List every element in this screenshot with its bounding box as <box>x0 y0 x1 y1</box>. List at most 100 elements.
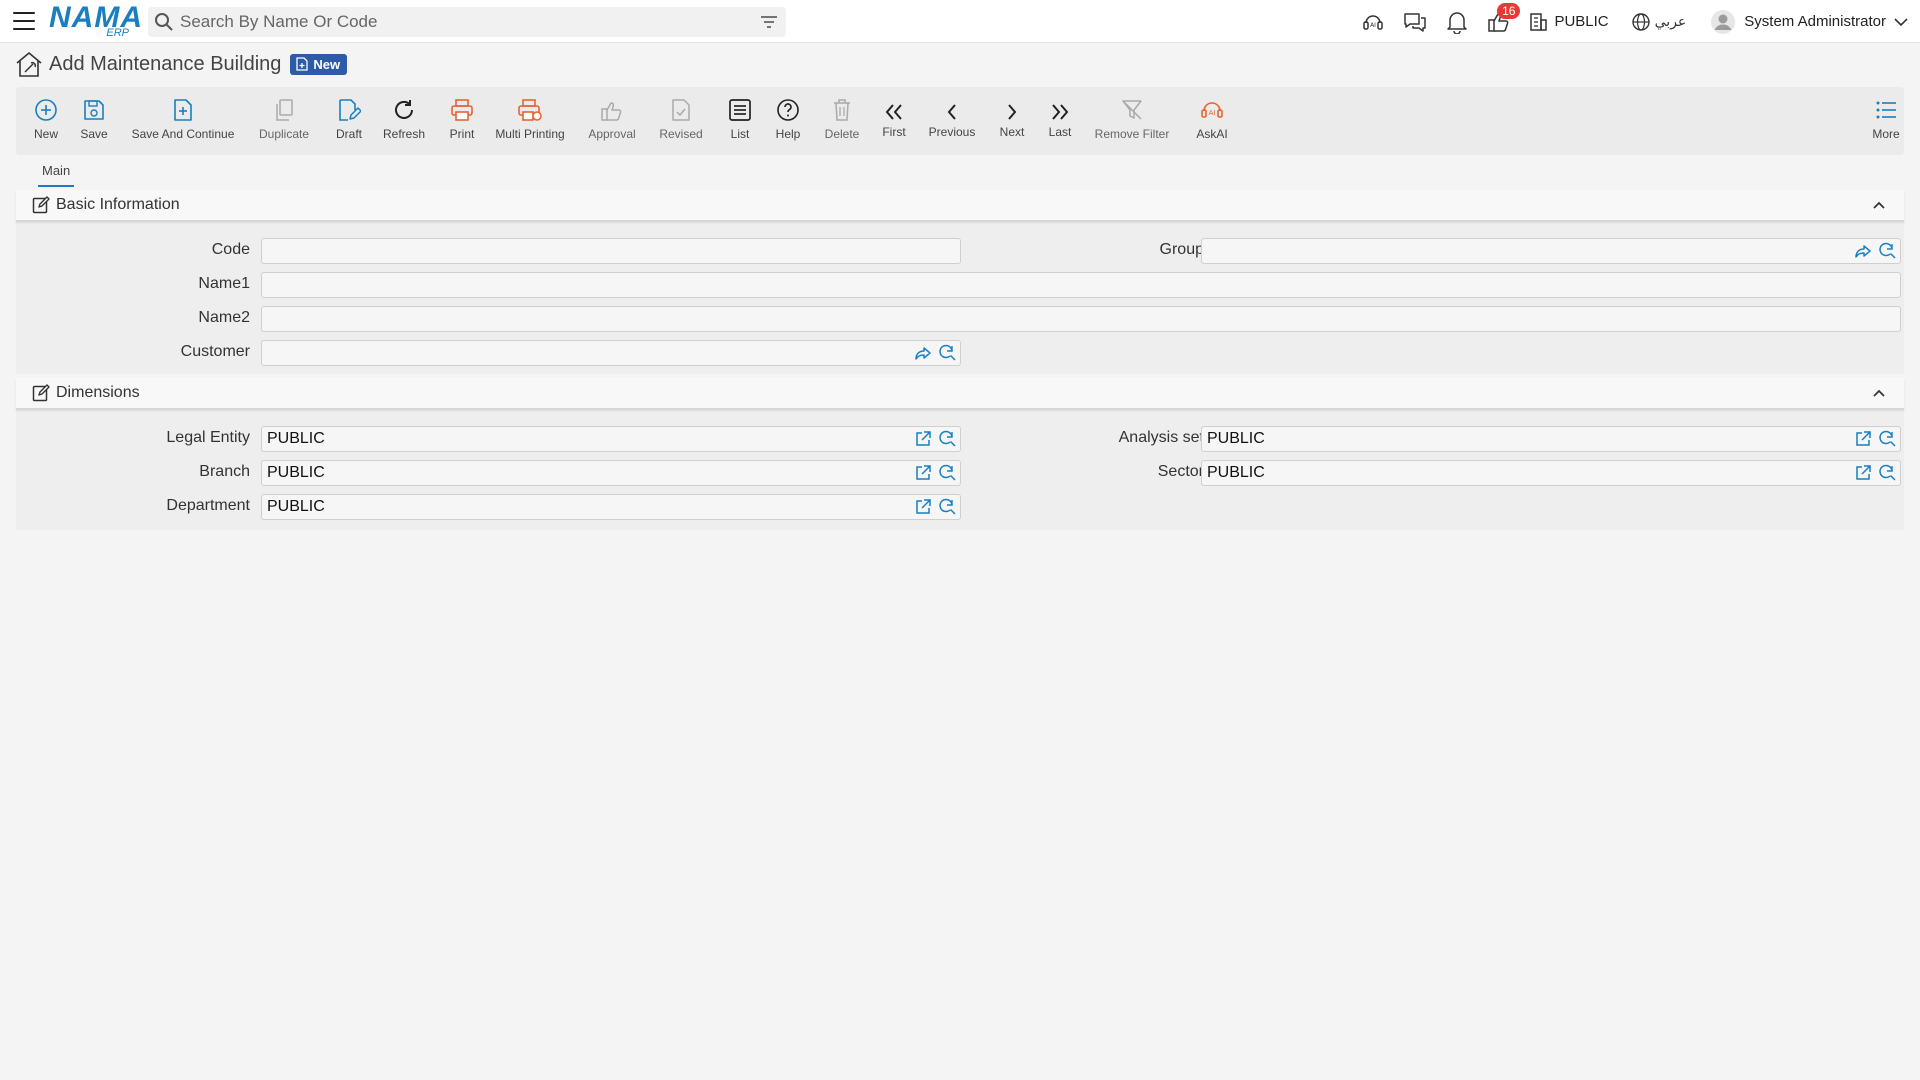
edit-icon <box>32 196 50 214</box>
draft-button[interactable]: Draft <box>329 87 369 155</box>
status-badge: New <box>290 53 348 75</box>
code-label: Code <box>211 241 250 258</box>
approvals-icon[interactable]: 16 <box>1478 0 1521 43</box>
action-toolbar: New Save Save And Continue Duplicate Dra… <box>16 87 1904 155</box>
external-link-icon[interactable] <box>914 430 932 448</box>
bell-icon[interactable] <box>1436 0 1478 43</box>
branch-field[interactable]: PUBLIC <box>261 460 961 486</box>
group-field[interactable] <box>1201 238 1901 264</box>
search-refresh-icon[interactable] <box>1879 430 1897 448</box>
sector-field[interactable]: PUBLIC <box>1201 460 1901 486</box>
company-selector[interactable]: PUBLIC <box>1520 0 1609 43</box>
language-label: عربي <box>1654 13 1687 29</box>
copy-icon <box>276 99 293 121</box>
global-search <box>148 7 786 37</box>
customer-label: Customer <box>180 343 250 360</box>
chevron-up-icon[interactable] <box>1872 386 1886 400</box>
document-check-icon <box>672 99 690 121</box>
previous-record-button[interactable]: Previous <box>926 87 978 155</box>
chevron-right-icon <box>1008 104 1017 120</box>
tab-main[interactable]: Main <box>38 163 75 187</box>
external-link-icon[interactable] <box>1854 430 1872 448</box>
search-refresh-icon[interactable] <box>939 430 957 448</box>
filter-icon[interactable] <box>760 14 778 30</box>
printer-icon <box>451 99 473 121</box>
search-input[interactable] <box>180 12 740 32</box>
page-header: Add Maintenance Building New <box>15 49 348 79</box>
search-refresh-icon[interactable] <box>1879 242 1897 260</box>
svg-text:AI: AI <box>1371 22 1377 29</box>
app-logo[interactable]: NAMA ERP <box>49 3 142 40</box>
external-link-icon[interactable] <box>1854 464 1872 482</box>
refresh-button[interactable]: Refresh <box>380 87 428 155</box>
search-refresh-icon[interactable] <box>939 498 957 516</box>
edit-icon <box>32 384 50 402</box>
remove-filter-button[interactable]: Remove Filter <box>1092 87 1172 155</box>
search-refresh-icon[interactable] <box>939 464 957 482</box>
approval-button[interactable]: Approval <box>586 87 638 155</box>
form-tabs: Main <box>16 157 1904 187</box>
duplicate-button[interactable]: Duplicate <box>256 87 312 155</box>
next-record-button[interactable]: Next <box>996 87 1028 155</box>
askai-button[interactable]: AI AskAI <box>1192 87 1232 155</box>
document-icon <box>296 57 309 71</box>
list-icon <box>729 99 751 121</box>
last-record-button[interactable]: Last <box>1044 87 1076 155</box>
chevron-down-icon <box>1894 17 1908 26</box>
name2-label: Name2 <box>198 309 250 326</box>
draft-edit-icon <box>339 99 361 121</box>
menu-icon[interactable] <box>13 12 35 30</box>
department-label: Department <box>166 497 250 514</box>
more-button[interactable]: More <box>1870 87 1902 155</box>
analysis-set-field[interactable]: PUBLIC <box>1201 426 1901 452</box>
language-switch[interactable]: عربي <box>1631 12 1687 32</box>
double-chevron-right-icon <box>1052 104 1069 120</box>
print-button[interactable]: Print <box>444 87 480 155</box>
building-icon <box>1530 12 1548 31</box>
name1-label: Name1 <box>198 275 250 292</box>
ai-assistant-icon[interactable]: AI <box>1352 0 1394 43</box>
name2-field[interactable] <box>261 306 1901 332</box>
double-chevron-left-icon <box>885 104 902 120</box>
list-button[interactable]: List <box>724 87 756 155</box>
chat-icon[interactable] <box>1394 0 1436 43</box>
more-list-icon <box>1876 101 1896 119</box>
share-forward-icon[interactable] <box>914 344 932 362</box>
user-menu[interactable]: System Administrator <box>1710 9 1908 35</box>
filter-off-icon <box>1122 100 1142 120</box>
ai-headset-icon: AI <box>1201 102 1223 118</box>
external-link-icon[interactable] <box>914 498 932 516</box>
save-icon <box>84 100 104 120</box>
save-button[interactable]: Save <box>76 87 112 155</box>
chevron-up-icon[interactable] <box>1872 198 1886 212</box>
external-link-icon[interactable] <box>914 464 932 482</box>
refresh-icon <box>395 100 413 119</box>
basic-information-header[interactable]: Basic Information <box>16 190 1904 222</box>
name1-field[interactable] <box>261 272 1901 298</box>
search-refresh-icon[interactable] <box>939 344 957 362</box>
branch-label: Branch <box>199 463 250 480</box>
department-field[interactable]: PUBLIC <box>261 494 961 520</box>
page-title: Add Maintenance Building <box>49 52 282 75</box>
share-forward-icon[interactable] <box>1854 242 1872 260</box>
trash-icon <box>834 99 850 121</box>
search-refresh-icon[interactable] <box>1879 464 1897 482</box>
legal-entity-field[interactable]: PUBLIC <box>261 426 961 452</box>
revised-button[interactable]: Revised <box>656 87 706 155</box>
section-title: Dimensions <box>56 384 140 401</box>
document-plus-icon <box>174 99 192 121</box>
save-and-continue-button[interactable]: Save And Continue <box>130 87 236 155</box>
multi-printing-button[interactable]: Multi Printing <box>494 87 566 155</box>
plus-circle-icon <box>35 99 57 121</box>
delete-button[interactable]: Delete <box>822 87 862 155</box>
new-button[interactable]: New <box>28 87 64 155</box>
dimensions-header[interactable]: Dimensions <box>16 378 1904 410</box>
svg-text:AI: AI <box>1209 109 1216 117</box>
code-field[interactable] <box>261 238 961 264</box>
customer-field[interactable] <box>261 340 961 366</box>
basic-information-body: Code Group Name1 Name2 Customer <box>16 224 1904 374</box>
top-right-actions: AI 16 PUBLIC عربي System Administrator <box>1352 0 1920 43</box>
first-record-button[interactable]: First <box>878 87 910 155</box>
help-button[interactable]: Help <box>772 87 804 155</box>
avatar-icon <box>1711 9 1736 34</box>
